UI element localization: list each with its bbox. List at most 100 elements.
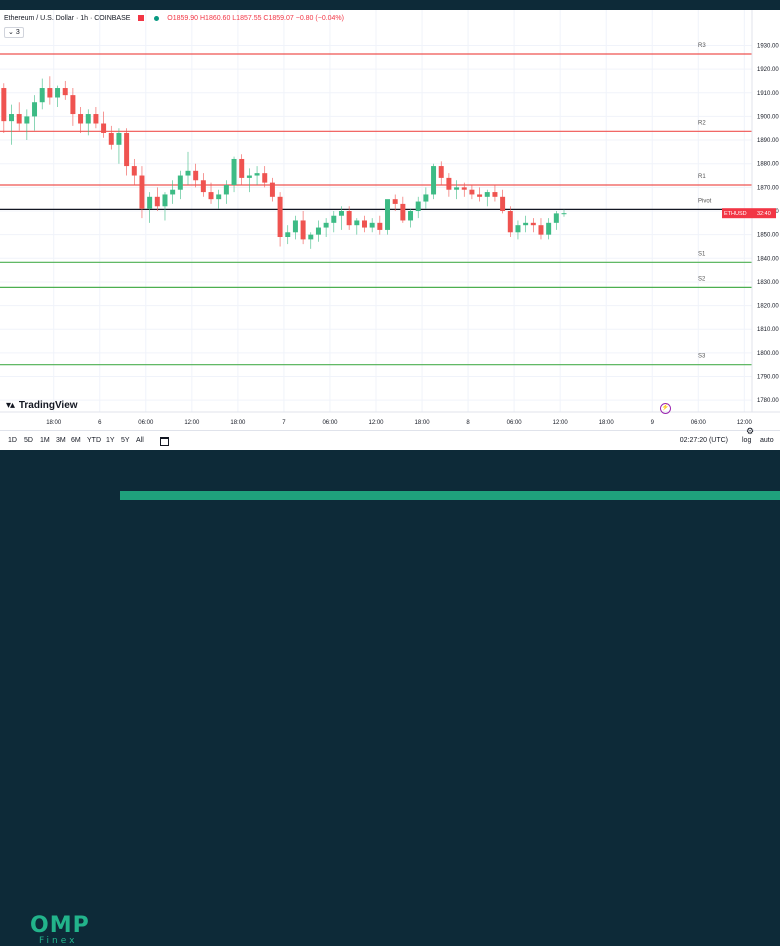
- candle-body: [292, 220, 298, 233]
- timeframe-button[interactable]: 1M: [40, 437, 50, 444]
- price-axis-tick-label: 1900.00: [757, 114, 779, 120]
- candle-body: [101, 123, 107, 133]
- candle-body: [208, 192, 214, 200]
- time-axis-tick-label: 9: [651, 420, 655, 426]
- candle-body: [16, 114, 22, 124]
- gear-icon[interactable]: ⚙: [746, 426, 754, 437]
- candle-body: [24, 116, 30, 124]
- candle-body: [546, 222, 552, 235]
- timeframe-button[interactable]: 5Y: [121, 437, 130, 444]
- price-axis-tick-label: 1910.00: [757, 91, 779, 97]
- price-axis-tick-label: 1780.00: [757, 398, 779, 404]
- candle-body: [469, 189, 475, 195]
- candle-body: [400, 203, 406, 221]
- time-axis-tick-label: 06:00: [507, 420, 523, 426]
- candle-body: [500, 196, 506, 211]
- timeframe-button[interactable]: All: [136, 437, 144, 444]
- ohlc-values: O1859.90 H1860.60 L1857.55 C1859.07 −0.8…: [167, 15, 344, 22]
- candle-body: [553, 213, 559, 223]
- timeframe-button[interactable]: 1D: [8, 437, 17, 444]
- candle-body: [408, 211, 414, 221]
- candle-body: [377, 222, 383, 230]
- candle-body: [561, 213, 567, 215]
- timeframe-button[interactable]: YTD: [87, 437, 101, 444]
- price-axis-tick-label: 1880.00: [757, 162, 779, 168]
- time-axis-tick-label: 06:00: [322, 420, 338, 426]
- current-price-countdown: 32:40: [757, 211, 771, 217]
- candle-body: [1, 88, 7, 122]
- candle-body: [116, 132, 122, 145]
- site-top-bar: [0, 0, 780, 10]
- candle-body: [254, 173, 260, 176]
- timeframe-button[interactable]: 6M: [71, 437, 81, 444]
- candle-body: [200, 180, 206, 193]
- candle-body: [523, 222, 529, 226]
- timeframe-button[interactable]: 3M: [56, 437, 66, 444]
- candle-body: [177, 175, 183, 190]
- go-to-realtime-icon[interactable]: ⚡: [660, 403, 671, 414]
- chevron-down-icon: ⌄: [8, 29, 14, 36]
- candle-body: [47, 88, 53, 98]
- candle-body: [193, 170, 199, 181]
- timeframe-button[interactable]: 5D: [24, 437, 33, 444]
- candle-body: [346, 211, 352, 226]
- time-axis-tick-label: 7: [282, 420, 286, 426]
- candle-body: [361, 220, 367, 228]
- time-axis-tick-label: 12:00: [368, 420, 384, 426]
- tradingview-logo[interactable]: ▾▴ TradingView: [6, 400, 78, 411]
- footer-accent-bar: [120, 491, 780, 500]
- candle-body: [315, 227, 321, 235]
- tradingview-chart-widget: R3 R2 R1 Pivot S1 S2 S3 1780.00 1790.00 1800.00 18…: [0, 10, 780, 450]
- pivot-level-label: Pivot: [698, 198, 712, 204]
- candle-body: [338, 211, 344, 216]
- price-axis-tick-label: 1820.00: [757, 304, 779, 310]
- price-axis-tick-label: 1920.00: [757, 67, 779, 73]
- candle-body: [285, 232, 291, 238]
- candle-body: [239, 158, 245, 178]
- time-axis-tick-label: 18:00: [599, 420, 615, 426]
- candle-body: [477, 194, 483, 197]
- time-axis-tick-label: 18:00: [46, 420, 62, 426]
- candle-body: [423, 194, 429, 202]
- price-axis-tick-label: 1800.00: [757, 351, 779, 357]
- pivot-level-label: R1: [698, 174, 706, 180]
- utc-clock[interactable]: 02:27:20 (UTC): [680, 437, 728, 444]
- candle-body: [530, 222, 536, 226]
- time-axis-tick-label: 6: [98, 420, 102, 426]
- candle-body: [78, 114, 84, 124]
- candle-body: [331, 215, 337, 223]
- calendar-icon[interactable]: [160, 437, 169, 446]
- candle-body: [354, 220, 360, 226]
- market-status-icon: [138, 15, 145, 22]
- candle-body: [454, 187, 460, 190]
- log-scale-toggle[interactable]: log: [742, 437, 751, 444]
- candle-body: [323, 222, 329, 228]
- candle-body: [385, 199, 391, 230]
- indicator-toggle[interactable]: ⌄ 3: [4, 27, 24, 38]
- auto-scale-toggle[interactable]: auto: [760, 437, 774, 444]
- candle-body: [139, 175, 145, 209]
- tradingview-wordmark: TradingView: [18, 400, 78, 411]
- candle-body: [62, 88, 68, 96]
- candle-body: [93, 114, 99, 124]
- symbol-title[interactable]: Ethereum / U.S. Dollar · 1h · COINBASE: [4, 15, 130, 22]
- time-axis-tick-label: 18:00: [230, 420, 246, 426]
- indicator-count: 3: [15, 29, 20, 36]
- price-axis-tick-label: 1830.00: [757, 280, 779, 286]
- current-price-symbol: ETHUSD: [724, 211, 747, 217]
- candle-body: [461, 187, 467, 190]
- candle-body: [162, 194, 168, 207]
- candle-body: [431, 166, 437, 195]
- candle-body: [216, 194, 222, 200]
- candle-body: [108, 132, 114, 145]
- omp-logo[interactable]: OMP: [30, 913, 90, 938]
- time-axis-tick-label: 18:00: [415, 420, 431, 426]
- price-axis-tick-label: 1930.00: [757, 43, 779, 49]
- price-axis-tick-label: 1840.00: [757, 256, 779, 262]
- candle-body: [415, 201, 421, 211]
- time-axis-tick-label: 06:00: [138, 420, 154, 426]
- finex-logo-text: Finex: [39, 936, 78, 946]
- candlestick-chart[interactable]: R3 R2 R1 Pivot S1 S2 S3 1780.00 1790.00 1800.00 18…: [0, 10, 780, 430]
- timeframe-button[interactable]: 1Y: [106, 437, 115, 444]
- candle-body: [39, 88, 45, 103]
